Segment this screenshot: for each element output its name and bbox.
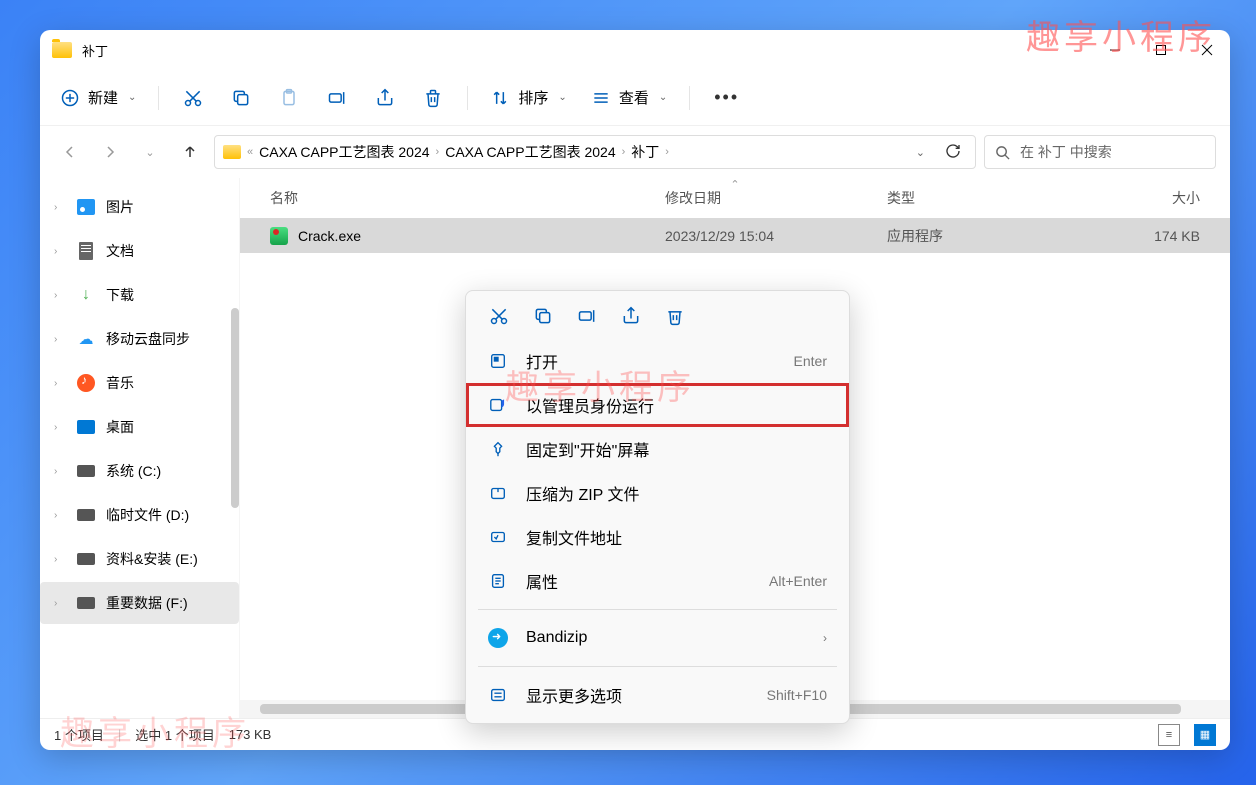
recent-button[interactable]: ⌄ bbox=[134, 136, 166, 168]
copy-button[interactable] bbox=[219, 80, 263, 116]
breadcrumb-item[interactable]: 补丁 bbox=[631, 142, 659, 162]
sidebar-item-drive-d[interactable]: ›临时文件 (D:) bbox=[40, 494, 239, 536]
scrollbar[interactable] bbox=[231, 308, 239, 508]
more-button[interactable]: ••• bbox=[702, 80, 751, 116]
chevron-left-icon: « bbox=[247, 146, 253, 158]
breadcrumb-item[interactable]: CAXA CAPP工艺图表 2024 bbox=[445, 142, 615, 162]
ctx-bandizip[interactable]: Bandizip› bbox=[466, 616, 849, 660]
file-type: 应用程序 bbox=[887, 226, 1059, 246]
delete-icon[interactable] bbox=[664, 305, 686, 327]
sidebar-item-drive-e[interactable]: ›资料&安装 (E:) bbox=[40, 538, 239, 580]
search-placeholder: 在 补丁 中搜索 bbox=[1020, 142, 1112, 162]
chevron-right-icon: › bbox=[436, 146, 440, 158]
sidebar-item-documents[interactable]: ›文档 bbox=[40, 230, 239, 272]
minimize-button[interactable] bbox=[1092, 30, 1138, 70]
drive-icon bbox=[77, 465, 95, 477]
paste-button[interactable] bbox=[267, 80, 311, 116]
rename-icon[interactable] bbox=[576, 305, 598, 327]
cut-icon[interactable] bbox=[488, 305, 510, 327]
breadcrumb-item[interactable]: CAXA CAPP工艺图表 2024 bbox=[259, 142, 429, 162]
drive-icon bbox=[77, 553, 95, 565]
music-icon bbox=[77, 374, 95, 392]
chevron-right-icon: › bbox=[665, 146, 669, 158]
toolbar: 新建⌄ 排序⌄ 查看⌄ ••• bbox=[40, 70, 1230, 126]
pictures-icon bbox=[77, 199, 95, 215]
path-icon bbox=[488, 527, 508, 547]
column-type[interactable]: 类型 bbox=[887, 188, 1059, 208]
column-size[interactable]: 大小 bbox=[1059, 188, 1230, 208]
window-title: 补丁 bbox=[82, 41, 108, 60]
exe-icon bbox=[270, 227, 288, 245]
details-view-button[interactable]: ≡ bbox=[1158, 724, 1180, 746]
folder-icon bbox=[223, 145, 241, 159]
close-button[interactable] bbox=[1184, 30, 1230, 70]
ctx-open[interactable]: 打开Enter bbox=[466, 339, 849, 383]
share-icon[interactable] bbox=[620, 305, 642, 327]
refresh-button[interactable] bbox=[939, 143, 967, 162]
column-name[interactable]: 名称 bbox=[270, 188, 665, 208]
file-size: 174 KB bbox=[1059, 228, 1230, 244]
ctx-run-admin[interactable]: 以管理员身份运行 bbox=[466, 383, 849, 427]
icons-view-button[interactable]: ▦ bbox=[1194, 724, 1216, 746]
column-date[interactable]: 修改日期 bbox=[665, 188, 887, 208]
file-date: 2023/12/29 15:04 bbox=[665, 228, 887, 244]
file-row[interactable]: Crack.exe 2023/12/29 15:04 应用程序 174 KB bbox=[240, 218, 1230, 253]
titlebar: 补丁 bbox=[40, 30, 1230, 70]
address-dropdown[interactable]: ⌄ bbox=[908, 146, 933, 159]
sort-indicator-icon: ⌃ bbox=[730, 178, 739, 191]
ctx-copy-path[interactable]: 复制文件地址 bbox=[466, 515, 849, 559]
sidebar-item-drive-c[interactable]: ›系统 (C:) bbox=[40, 450, 239, 492]
properties-icon bbox=[488, 571, 508, 591]
shield-icon bbox=[488, 395, 508, 415]
drive-icon bbox=[77, 509, 95, 521]
download-icon: ↓ bbox=[76, 287, 96, 303]
maximize-button[interactable] bbox=[1138, 30, 1184, 70]
ctx-properties[interactable]: 属性Alt+Enter bbox=[466, 559, 849, 603]
sidebar-item-drive-f[interactable]: ›重要数据 (F:) bbox=[40, 582, 239, 624]
selected-size: 173 KB bbox=[229, 727, 272, 742]
chevron-right-icon: › bbox=[622, 146, 626, 158]
folder-icon bbox=[52, 42, 72, 58]
new-button[interactable]: 新建⌄ bbox=[50, 80, 146, 116]
search-input[interactable]: 在 补丁 中搜索 bbox=[984, 135, 1216, 169]
forward-button[interactable] bbox=[94, 136, 126, 168]
desktop-icon bbox=[77, 420, 95, 434]
sidebar-item-pictures[interactable]: ›图片 bbox=[40, 186, 239, 228]
context-menu: 打开Enter 以管理员身份运行 固定到"开始"屏幕 压缩为 ZIP 文件 复制… bbox=[465, 290, 850, 724]
zip-icon bbox=[488, 483, 508, 503]
bandizip-icon bbox=[488, 628, 508, 648]
drive-icon bbox=[77, 597, 95, 609]
address-bar[interactable]: « CAXA CAPP工艺图表 2024 › CAXA CAPP工艺图表 202… bbox=[214, 135, 976, 169]
back-button[interactable] bbox=[54, 136, 86, 168]
copy-icon[interactable] bbox=[532, 305, 554, 327]
selected-count: 选中 1 个项目 bbox=[135, 725, 214, 744]
sidebar-item-music[interactable]: ›音乐 bbox=[40, 362, 239, 404]
sidebar: ›图片 ›文档 ›↓下载 ›☁移动云盘同步 ›音乐 ›桌面 ›系统 (C:) ›… bbox=[40, 178, 240, 718]
cloud-icon: ☁ bbox=[76, 331, 96, 347]
navbar: ⌄ « CAXA CAPP工艺图表 2024 › CAXA CAPP工艺图表 2… bbox=[40, 126, 1230, 178]
view-button[interactable]: 查看⌄ bbox=[581, 80, 677, 116]
sidebar-item-cloud[interactable]: ›☁移动云盘同步 bbox=[40, 318, 239, 360]
pin-icon bbox=[488, 439, 508, 459]
document-icon bbox=[79, 242, 93, 260]
open-icon bbox=[488, 351, 508, 371]
ctx-more-options[interactable]: 显示更多选项Shift+F10 bbox=[466, 673, 849, 717]
item-count: 1 个项目 bbox=[54, 725, 104, 744]
ctx-zip[interactable]: 压缩为 ZIP 文件 bbox=[466, 471, 849, 515]
ctx-pin-start[interactable]: 固定到"开始"屏幕 bbox=[466, 427, 849, 471]
sort-button[interactable]: 排序⌄ bbox=[480, 80, 576, 116]
rename-button[interactable] bbox=[315, 80, 359, 116]
sidebar-item-downloads[interactable]: ›↓下载 bbox=[40, 274, 239, 316]
up-button[interactable] bbox=[174, 136, 206, 168]
more-icon bbox=[488, 685, 508, 705]
file-name: Crack.exe bbox=[298, 228, 665, 244]
delete-button[interactable] bbox=[411, 80, 455, 116]
cut-button[interactable] bbox=[171, 80, 215, 116]
share-button[interactable] bbox=[363, 80, 407, 116]
sidebar-item-desktop[interactable]: ›桌面 bbox=[40, 406, 239, 448]
